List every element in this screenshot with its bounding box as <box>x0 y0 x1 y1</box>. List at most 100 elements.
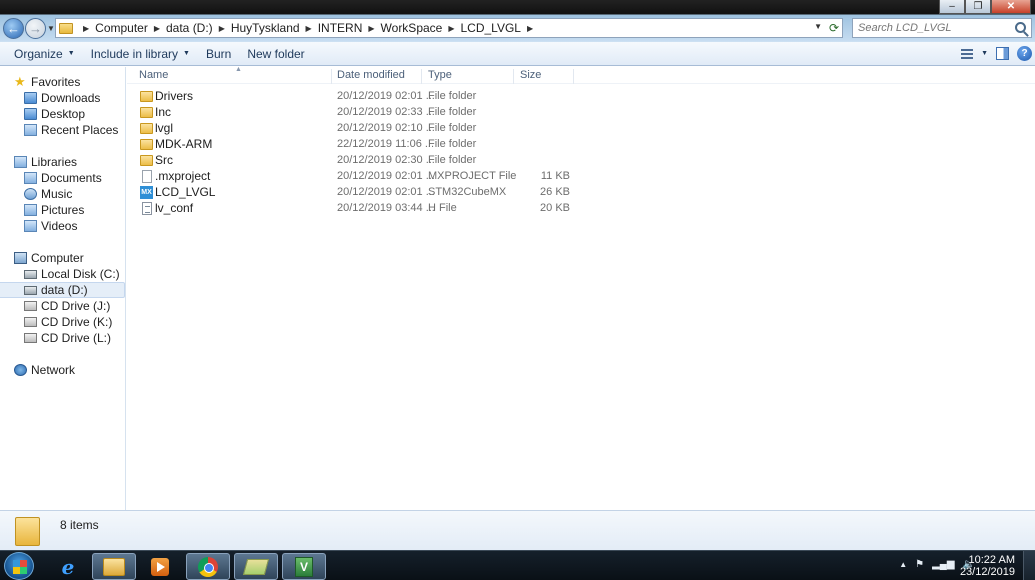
file-row[interactable]: MX LCD_LVGL 20/12/2019 02:01 ... STM32Cu… <box>135 185 1035 201</box>
cd-drive-icon <box>24 333 37 343</box>
forward-button[interactable]: → <box>25 18 46 39</box>
header-file-icon <box>142 202 152 215</box>
breadcrumb-label[interactable]: data (D:) <box>166 21 213 35</box>
taskbar-sticky-notes[interactable] <box>234 553 278 580</box>
recent-places-icon <box>24 124 37 136</box>
search-icon[interactable] <box>1015 22 1026 33</box>
include-in-library-button[interactable]: Include in library ▼ <box>83 47 198 61</box>
close-button[interactable]: ✕ <box>991 0 1031 14</box>
nav-item-documents[interactable]: Documents <box>0 170 125 186</box>
chevron-right-icon[interactable]: ▶ <box>306 24 312 33</box>
file-row[interactable]: MDK-ARM 22/12/2019 11:06 ... File folder <box>135 137 1035 153</box>
chevron-down-icon[interactable]: ▼ <box>981 50 988 57</box>
breadcrumb-label[interactable]: HuyTyskland <box>231 21 300 35</box>
refresh-icon[interactable]: ⟳ <box>829 21 839 35</box>
nav-label: CD Drive (K:) <box>41 315 113 329</box>
folder-icon <box>140 91 153 102</box>
taskbar-keil-uvision[interactable]: V <box>282 553 326 580</box>
taskbar-internet-explorer[interactable]: e <box>46 553 90 580</box>
nav-item-data-d[interactable]: data (D:) <box>0 282 125 298</box>
show-hidden-icons-icon[interactable]: ▲ <box>899 560 907 569</box>
file-row[interactable]: lvgl 20/12/2019 02:10 ... File folder <box>135 121 1035 137</box>
organize-button[interactable]: Organize ▼ <box>6 47 83 61</box>
folder-icon <box>15 517 40 546</box>
preview-pane-icon[interactable] <box>996 47 1009 60</box>
folder-icon <box>140 139 153 150</box>
nav-item-cd-drive-l[interactable]: CD Drive (L:) <box>0 330 125 346</box>
start-button[interactable] <box>4 552 34 580</box>
chrome-icon <box>198 556 218 577</box>
nav-favorites[interactable]: ★ Favorites <box>0 74 125 90</box>
breadcrumb-label[interactable]: LCD_LVGL <box>461 21 521 35</box>
taskbar-windows-explorer[interactable] <box>92 553 136 580</box>
file-type: File folder <box>428 138 477 150</box>
search-box[interactable] <box>852 18 1032 38</box>
nav-item-recent-places[interactable]: Recent Places <box>0 122 125 138</box>
file-row[interactable]: lv_conf 20/12/2019 03:44 ... H File 20 K… <box>135 201 1035 217</box>
computer-icon <box>14 252 27 264</box>
nav-network[interactable]: Network <box>0 362 125 378</box>
desktop-icon <box>24 108 37 120</box>
new-folder-button[interactable]: New folder <box>239 47 312 61</box>
minimize-button[interactable]: – <box>939 0 965 14</box>
breadcrumb-item[interactable]: data (D:) ▶ <box>166 21 231 35</box>
nav-item-cd-drive-j[interactable]: CD Drive (J:) <box>0 298 125 314</box>
nav-label: Documents <box>41 171 102 185</box>
chevron-right-icon[interactable]: ▶ <box>154 24 160 33</box>
file-row[interactable]: Src 20/12/2019 02:30 ... File folder <box>135 153 1035 169</box>
breadcrumb-item[interactable]: LCD_LVGL ▶ <box>461 21 540 35</box>
file-type: File folder <box>428 90 477 102</box>
chevron-right-icon[interactable]: ▶ <box>448 24 454 33</box>
taskbar-media-player[interactable] <box>138 553 182 580</box>
breadcrumb-item[interactable]: Computer ▶ <box>95 21 166 35</box>
taskbar-chrome[interactable] <box>186 553 230 580</box>
nav-item-pictures[interactable]: Pictures <box>0 202 125 218</box>
network-group: Network <box>0 362 125 378</box>
network-signal-icon[interactable]: ▂▄▆ <box>932 559 954 570</box>
nav-item-videos[interactable]: Videos <box>0 218 125 234</box>
chevron-right-icon[interactable]: ▶ <box>219 24 225 33</box>
nav-label: data (D:) <box>41 283 88 297</box>
libraries-group: Libraries Documents Music Pictures Video… <box>0 154 125 234</box>
file-row[interactable]: Drivers 20/12/2019 02:01 ... File folder <box>135 89 1035 105</box>
breadcrumb-item[interactable]: INTERN ▶ <box>318 21 381 35</box>
nav-computer[interactable]: Computer <box>0 250 125 266</box>
column-header-type[interactable]: Type <box>422 69 514 84</box>
clock[interactable]: 10:22 AM 23/12/2019 <box>960 554 1015 578</box>
column-header-name[interactable]: Name ▲ <box>133 66 332 84</box>
nav-item-desktop[interactable]: Desktop <box>0 106 125 122</box>
breadcrumb-label[interactable]: Computer <box>95 21 148 35</box>
burn-button[interactable]: Burn <box>198 47 239 61</box>
sort-ascending-icon: ▲ <box>235 66 242 73</box>
change-view-icon[interactable] <box>961 48 974 59</box>
address-dropdown-icon[interactable]: ▼ <box>814 22 822 31</box>
chevron-right-icon[interactable]: ▶ <box>368 24 374 33</box>
nav-item-downloads[interactable]: Downloads <box>0 90 125 106</box>
nav-item-music[interactable]: Music <box>0 186 125 202</box>
hard-disk-icon <box>24 285 37 295</box>
address-bar[interactable]: ▶ Computer ▶ data (D:) ▶ HuyTyskland ▶ INTE… <box>55 18 843 38</box>
breadcrumb-item[interactable]: WorkSpace ▶ <box>381 21 461 35</box>
file-row[interactable]: Inc 20/12/2019 02:33 ... File folder <box>135 105 1035 121</box>
nav-item-cd-drive-k[interactable]: CD Drive (K:) <box>0 314 125 330</box>
file-row[interactable]: .mxproject 20/12/2019 02:01 ... MXPROJEC… <box>135 169 1035 185</box>
nav-label: Recent Places <box>41 123 119 137</box>
nav-item-local-disk-c[interactable]: Local Disk (C:) <box>0 266 125 282</box>
breadcrumb-label[interactable]: INTERN <box>318 21 363 35</box>
file-name: .mxproject <box>155 169 211 183</box>
column-header-date-modified[interactable]: Date modified <box>331 69 422 84</box>
column-header-size[interactable]: Size <box>514 69 574 84</box>
search-input[interactable] <box>858 22 1008 34</box>
action-center-flag-icon[interactable]: ⚑ <box>915 559 924 570</box>
maximize-button[interactable]: ❐ <box>965 0 991 14</box>
taskbar: e V ▲ ⚑ ▂▄▆ 🔈 10:22 AM 23/12/2019 <box>0 550 1035 580</box>
chevron-right-icon[interactable]: ▶ <box>527 24 533 33</box>
breadcrumb-item[interactable]: HuyTyskland ▶ <box>231 21 318 35</box>
breadcrumb-label[interactable]: WorkSpace <box>381 21 443 35</box>
computer-group: Computer Local Disk (C:) data (D:) CD Dr… <box>0 250 125 346</box>
show-desktop-button[interactable] <box>1023 551 1035 580</box>
help-icon[interactable]: ? <box>1017 46 1032 61</box>
back-button[interactable]: ← <box>3 18 24 39</box>
chevron-right-icon[interactable]: ▶ <box>83 24 89 33</box>
nav-libraries[interactable]: Libraries <box>0 154 125 170</box>
